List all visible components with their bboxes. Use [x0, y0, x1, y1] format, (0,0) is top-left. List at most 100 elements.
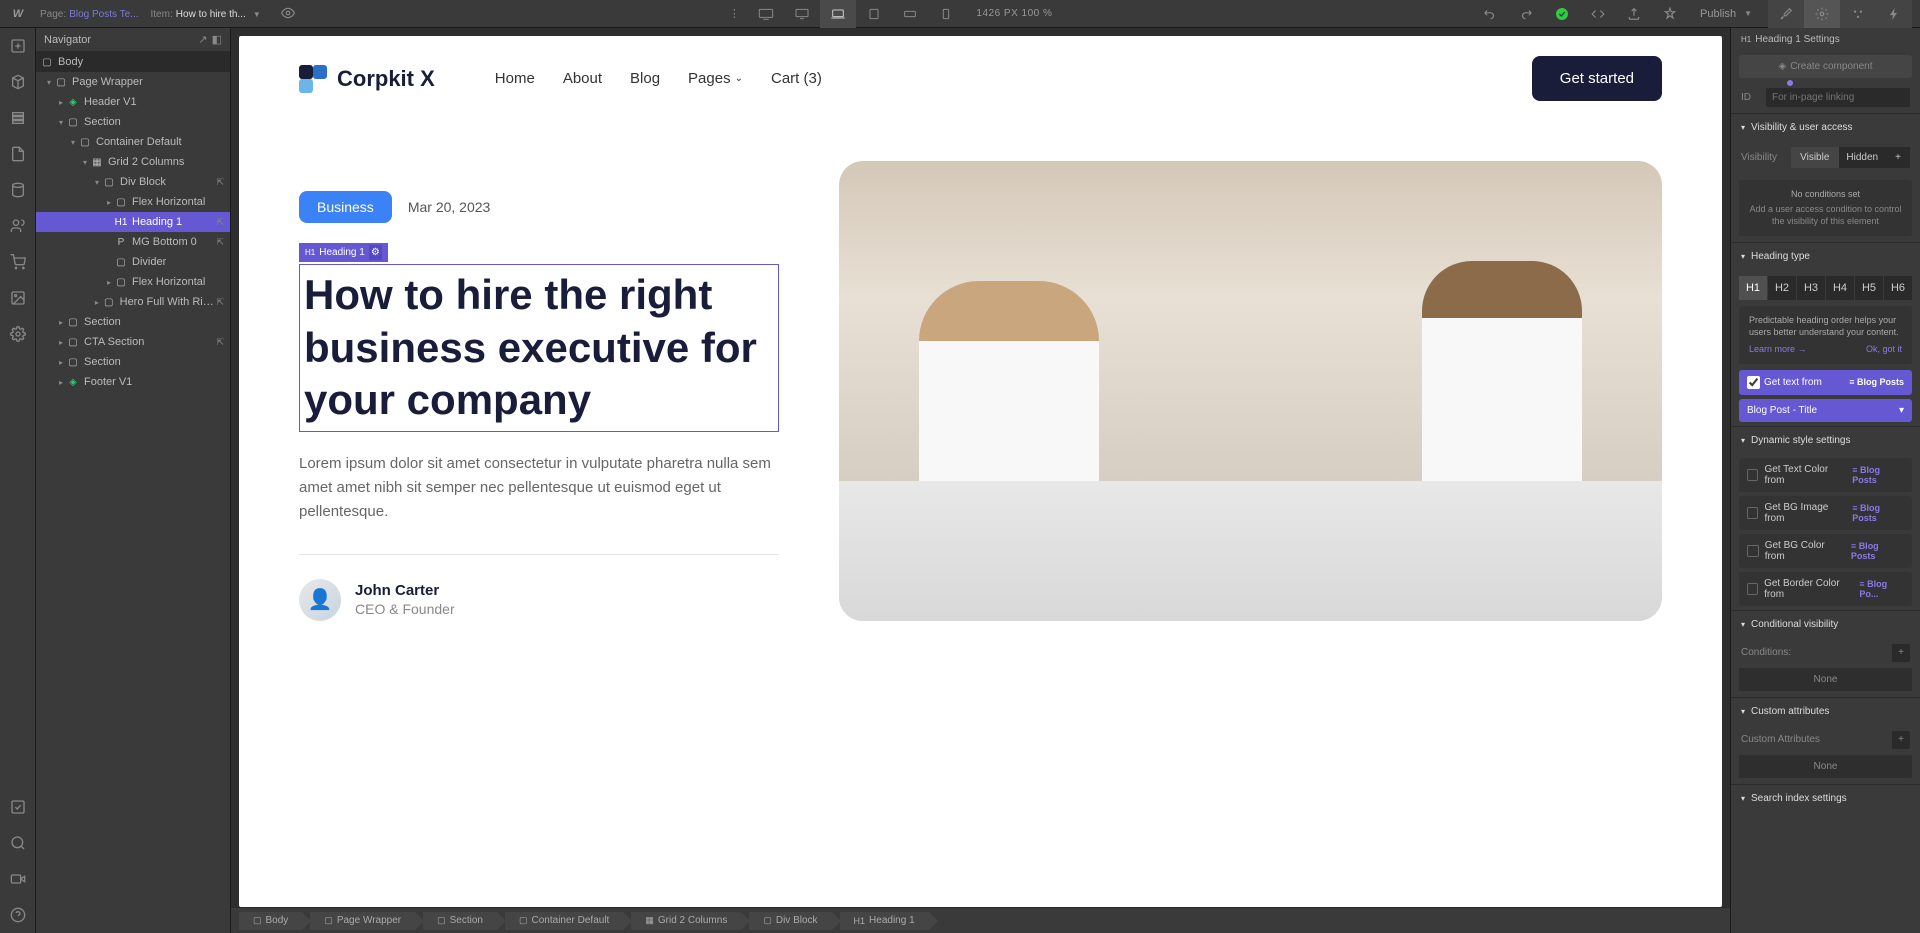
- settings-gear-icon[interactable]: [1804, 0, 1840, 28]
- dyn-text-color[interactable]: Get Text Color from≡ Blog Posts: [1739, 458, 1912, 492]
- components-icon[interactable]: [8, 144, 28, 164]
- create-component-button[interactable]: ◈Create component: [1739, 55, 1912, 78]
- gear-icon[interactable]: ⚙: [369, 245, 382, 260]
- add-element-icon[interactable]: [8, 36, 28, 56]
- tree-header-v1[interactable]: ▸◈Header V1: [36, 92, 230, 112]
- navigator-icon[interactable]: [8, 108, 28, 128]
- tree-flex-horizontal[interactable]: ▸▢Flex Horizontal: [36, 192, 230, 212]
- video-icon[interactable]: [8, 869, 28, 889]
- tree-section-2[interactable]: ▸▢Section: [36, 312, 230, 332]
- tree-container-default[interactable]: ▾▢Container Default: [36, 132, 230, 152]
- crumb-heading[interactable]: H1Heading 1: [840, 912, 929, 930]
- site-logo[interactable]: Corpkit X: [299, 65, 435, 93]
- pin-panel-icon[interactable]: ◧: [212, 33, 222, 46]
- crumb-body[interactable]: ▢Body: [239, 912, 302, 930]
- pages-icon[interactable]: [8, 72, 28, 92]
- tree-section-3[interactable]: ▸▢Section: [36, 352, 230, 372]
- h2-button[interactable]: H2: [1768, 276, 1796, 300]
- tree-section[interactable]: ▾▢Section: [36, 112, 230, 132]
- nav-home[interactable]: Home: [495, 70, 535, 87]
- pin-icon[interactable]: ⇱: [216, 217, 224, 228]
- settings-rail-icon[interactable]: [8, 324, 28, 344]
- nav-cart[interactable]: Cart (3): [771, 70, 822, 87]
- get-started-button[interactable]: Get started: [1532, 56, 1662, 101]
- tree-cta-section[interactable]: ▸▢CTA Section⇱: [36, 332, 230, 352]
- device-desktop-icon[interactable]: [784, 0, 820, 28]
- nav-blog[interactable]: Blog: [630, 70, 660, 87]
- dyn-bg-color[interactable]: Get BG Color from≡ Blog Posts: [1739, 534, 1912, 568]
- canvas-dimensions[interactable]: 1426 PX 100 %: [976, 8, 1052, 19]
- device-laptop-icon[interactable]: [820, 0, 856, 28]
- visible-button[interactable]: Visible: [1791, 147, 1839, 168]
- tree-hero-full[interactable]: ▸▢Hero Full With Right⇱: [36, 292, 230, 312]
- add-condition-button[interactable]: +: [1892, 644, 1910, 662]
- get-text-from-binding[interactable]: Get text from ≡ Blog Posts: [1739, 370, 1912, 395]
- audit-icon[interactable]: [1656, 0, 1684, 28]
- h6-button[interactable]: H6: [1884, 276, 1912, 300]
- tree-divider[interactable]: ▢Divider: [36, 252, 230, 272]
- post-title-heading[interactable]: How to hire the right business executive…: [299, 264, 779, 432]
- h5-button[interactable]: H5: [1855, 276, 1883, 300]
- hidden-button[interactable]: Hidden: [1839, 147, 1887, 168]
- cms-field-selector[interactable]: Blog Post - Title ▾: [1739, 399, 1912, 422]
- tree-mg-bottom[interactable]: PMG Bottom 0⇱: [36, 232, 230, 252]
- more-icon[interactable]: ⋮: [720, 0, 748, 28]
- heading-type-header[interactable]: ▾Heading type: [1731, 243, 1920, 270]
- custom-attributes-header[interactable]: ▾Custom attributes: [1731, 698, 1920, 725]
- conditional-visibility-header[interactable]: ▾Conditional visibility: [1731, 611, 1920, 638]
- collapse-icon[interactable]: ↗: [198, 33, 207, 46]
- webflow-logo-icon[interactable]: W: [8, 4, 28, 24]
- chevron-down-icon[interactable]: ▼: [253, 10, 261, 19]
- dyn-bg-image[interactable]: Get BG Image from≡ Blog Posts: [1739, 496, 1912, 530]
- cms-checkbox[interactable]: [1747, 376, 1760, 389]
- dyn-border-color[interactable]: Get Border Color from≡ Blog Po...: [1739, 572, 1912, 606]
- code-icon[interactable]: [1584, 0, 1612, 28]
- h1-button[interactable]: H1: [1739, 276, 1767, 300]
- users-icon[interactable]: [8, 216, 28, 236]
- tree-page-wrapper[interactable]: ▾▢Page Wrapper: [36, 72, 230, 92]
- pin-icon[interactable]: ⇱: [216, 177, 224, 188]
- style-manager-icon[interactable]: [1840, 0, 1876, 28]
- crumb-page-wrapper[interactable]: ▢Page Wrapper: [310, 912, 415, 930]
- pin-icon[interactable]: ⇱: [216, 337, 224, 348]
- crumb-container[interactable]: ▢Container Default: [505, 912, 623, 930]
- nav-about[interactable]: About: [563, 70, 602, 87]
- crumb-grid[interactable]: ▦Grid 2 Columns: [631, 912, 741, 930]
- cms-icon[interactable]: [8, 180, 28, 200]
- device-desktop-xl-icon[interactable]: [748, 0, 784, 28]
- add-attribute-button[interactable]: +: [1892, 731, 1910, 749]
- device-mobile-icon[interactable]: [928, 0, 964, 28]
- help-icon[interactable]: [8, 905, 28, 925]
- interactions-icon[interactable]: [1876, 0, 1912, 28]
- item-indicator[interactable]: Item: How to hire th... ▼: [151, 8, 261, 20]
- page-indicator[interactable]: Page: Blog Posts Te...: [40, 8, 139, 20]
- canvas[interactable]: Corpkit X Home About Blog Pages ⌄ Cart (…: [239, 36, 1722, 907]
- category-badge[interactable]: Business: [299, 191, 392, 223]
- learn-more-link[interactable]: Learn more →: [1749, 343, 1807, 356]
- publish-button[interactable]: Publish▼: [1692, 8, 1760, 20]
- device-tablet-icon[interactable]: [856, 0, 892, 28]
- add-visibility-icon[interactable]: +: [1886, 147, 1910, 168]
- tree-body[interactable]: ▢Body: [36, 52, 230, 72]
- redo-icon[interactable]: [1512, 0, 1540, 28]
- h3-button[interactable]: H3: [1797, 276, 1825, 300]
- status-ok-icon[interactable]: [1548, 0, 1576, 28]
- tree-div-block[interactable]: ▾▢Div Block⇱: [36, 172, 230, 192]
- export-icon[interactable]: [1620, 0, 1648, 28]
- ecommerce-icon[interactable]: [8, 252, 28, 272]
- dynamic-style-header[interactable]: ▾Dynamic style settings: [1731, 427, 1920, 454]
- nav-pages[interactable]: Pages ⌄: [688, 70, 743, 87]
- undo-icon[interactable]: [1476, 0, 1504, 28]
- device-mobile-landscape-icon[interactable]: [892, 0, 928, 28]
- tree-flex-horizontal-2[interactable]: ▸▢Flex Horizontal: [36, 272, 230, 292]
- pin-icon[interactable]: ⇱: [216, 237, 224, 248]
- crumb-div-block[interactable]: ▢Div Block: [749, 912, 831, 930]
- preview-icon[interactable]: [281, 6, 297, 22]
- checkmark-icon[interactable]: [8, 797, 28, 817]
- tree-heading-1[interactable]: H1Heading 1⇱: [36, 212, 230, 232]
- search-index-header[interactable]: ▾Search index settings: [1731, 785, 1920, 812]
- id-input[interactable]: [1766, 88, 1910, 107]
- crumb-section[interactable]: ▢Section: [423, 912, 497, 930]
- selected-element-tag[interactable]: H1 Heading 1 ⚙: [299, 243, 388, 262]
- h4-button[interactable]: H4: [1826, 276, 1854, 300]
